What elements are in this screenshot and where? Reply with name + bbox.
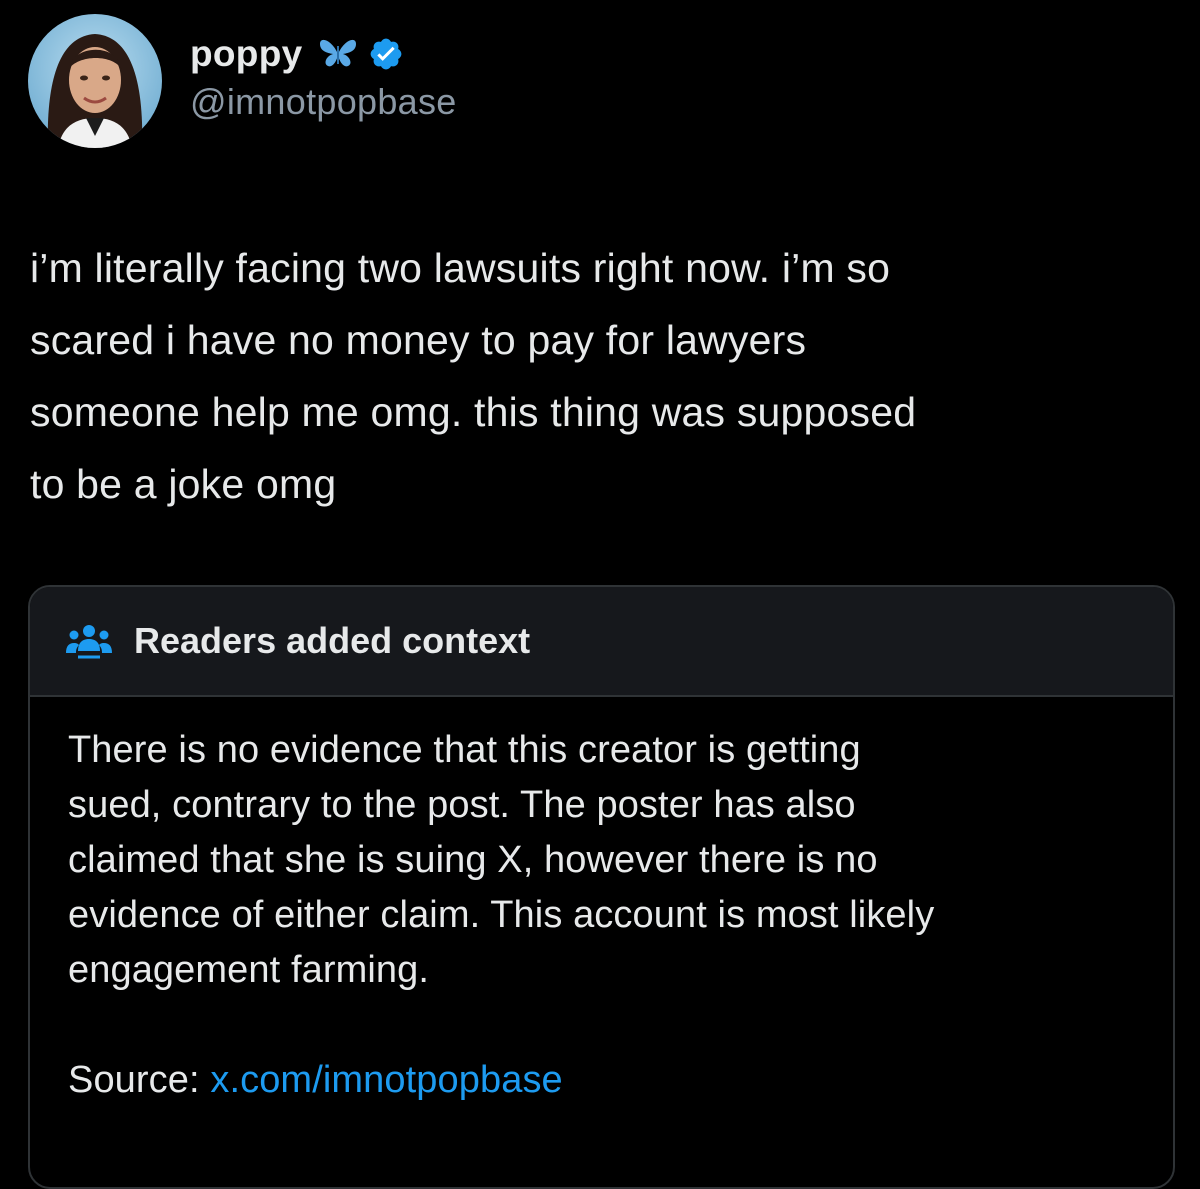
community-note-title: Readers added context — [134, 620, 531, 661]
author-names: poppy @imnotpopbase — [190, 29, 457, 123]
user-handle[interactable]: @imnotpopbase — [190, 81, 457, 123]
name-row: poppy — [190, 29, 457, 79]
people-group-icon — [64, 621, 114, 661]
source-label: Source: — [68, 1059, 200, 1101]
community-note-body: There is no evidence that this creator i… — [30, 697, 1173, 1108]
community-note: Readers added context There is no eviden… — [28, 585, 1175, 1189]
display-name[interactable]: poppy — [190, 33, 302, 75]
community-note-header: Readers added context — [30, 587, 1173, 697]
source-line: Source: x.com/imnotpopbase — [68, 1053, 1133, 1108]
verified-badge-icon[interactable] — [368, 36, 404, 72]
tweet-header: poppy @imnotpopbase — [28, 14, 457, 148]
avatar[interactable] — [28, 14, 162, 148]
butterfly-icon — [318, 38, 358, 70]
tweet-text: i’m literally facing two lawsuits right … — [30, 245, 917, 507]
community-note-text: There is no evidence that this creator i… — [68, 729, 935, 991]
source-link[interactable]: x.com/imnotpopbase — [210, 1059, 562, 1101]
